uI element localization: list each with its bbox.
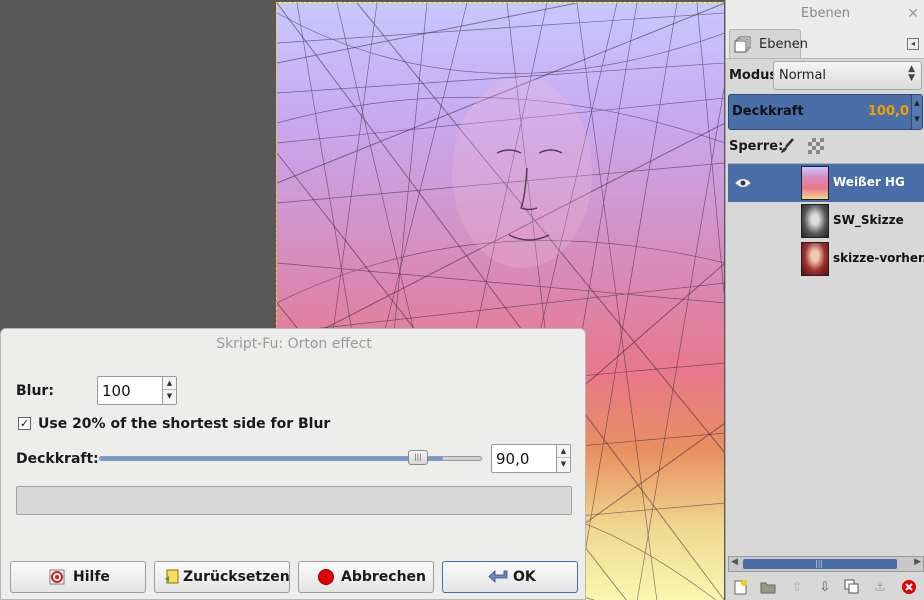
reset-icon bbox=[165, 569, 179, 584]
layer-opacity-label: Deckkraft bbox=[732, 104, 804, 119]
dock-title: Ebenen bbox=[801, 6, 850, 21]
help-button[interactable]: Hilfe bbox=[10, 561, 146, 593]
layer-row[interactable]: Weißer HG bbox=[728, 164, 924, 202]
scrollbar-thumb[interactable]: ||| bbox=[743, 559, 897, 569]
layer-opacity-spinner[interactable]: ▲ ▼ bbox=[911, 95, 922, 129]
use-20-percent-label[interactable]: Use 20% of the shortest side for Blur bbox=[38, 416, 330, 432]
cancel-button-label: Abbrechen bbox=[341, 569, 427, 585]
ok-button[interactable]: OK bbox=[442, 561, 578, 593]
layer-list-scrollbar[interactable]: ◀ ||| ▶ bbox=[728, 556, 924, 572]
layers-dock: Ebenen ✕ Ebenen ◂ Modus: Normal ▲ ▼ Deckk… bbox=[725, 0, 924, 600]
opacity-label: Deckkraft: bbox=[16, 451, 99, 467]
delete-layer-icon[interactable] bbox=[900, 579, 918, 597]
layer-thumbnail bbox=[801, 166, 829, 200]
blur-input[interactable]: 100 ▲ ▼ bbox=[97, 376, 177, 405]
script-fu-dialog: Skript-Fu: Orton effect Blur: 100 ▲ ▼ ✓ … bbox=[0, 328, 586, 600]
dialog-title: Skript-Fu: Orton effect bbox=[216, 336, 372, 352]
opacity-input[interactable]: 90,0 ▲ ▼ bbox=[491, 444, 571, 473]
lock-label: Sperre: bbox=[729, 139, 784, 154]
progress-bar bbox=[16, 486, 572, 515]
tab-layers-label: Ebenen bbox=[759, 37, 808, 52]
layer-row[interactable]: SW_Skizze bbox=[728, 202, 924, 240]
anchor-icon[interactable]: ⚓ bbox=[871, 579, 889, 597]
layer-row[interactable]: skizze-vorher.jpg bbox=[728, 240, 924, 278]
scroll-right-icon[interactable]: ▶ bbox=[914, 557, 921, 567]
scroll-left-icon[interactable]: ◀ bbox=[731, 557, 738, 567]
reset-button[interactable]: Zurücksetzen bbox=[154, 561, 290, 593]
layer-name: SW_Skizze bbox=[833, 213, 904, 227]
chevron-up-icon[interactable]: ▲ bbox=[557, 445, 570, 458]
chevron-up-icon[interactable]: ▲ bbox=[163, 377, 176, 390]
help-button-label: Hilfe bbox=[73, 569, 110, 585]
mode-value: Normal bbox=[779, 68, 827, 83]
reset-button-label: Zurücksetzen bbox=[183, 569, 290, 585]
opacity-slider-fill bbox=[100, 457, 443, 460]
blur-value: 100 bbox=[102, 382, 131, 400]
ok-button-label: OK bbox=[513, 569, 536, 585]
stop-icon bbox=[318, 569, 334, 585]
chevron-down-icon[interactable]: ▼ bbox=[163, 390, 176, 403]
eye-icon[interactable] bbox=[735, 176, 751, 190]
chevron-down-icon[interactable]: ▼ bbox=[557, 458, 570, 471]
blur-label: Blur: bbox=[16, 383, 54, 399]
layer-list: Weißer HG SW_Skizze skizze-vorher.jpg bbox=[728, 163, 924, 555]
ok-arrow-icon bbox=[488, 570, 508, 583]
chevron-updown-icon: ▲ ▼ bbox=[908, 64, 915, 83]
help-icon bbox=[49, 569, 65, 585]
blur-spinner[interactable]: ▲ ▼ bbox=[162, 377, 176, 404]
layer-opacity-field[interactable]: Deckkraft 100,0 ▲ ▼ bbox=[728, 94, 923, 130]
mode-select[interactable]: Normal ▲ ▼ bbox=[773, 61, 922, 90]
lower-layer-icon[interactable]: ⇩ bbox=[816, 579, 834, 597]
dock-close-icon[interactable]: ✕ bbox=[907, 6, 919, 22]
new-layer-icon[interactable] bbox=[732, 579, 750, 597]
open-folder-icon[interactable] bbox=[759, 579, 777, 597]
layer-thumbnail bbox=[801, 242, 829, 276]
layers-icon bbox=[734, 36, 751, 53]
use-20-percent-checkbox[interactable]: ✓ bbox=[18, 417, 31, 430]
dock-menu-icon[interactable]: ◂ bbox=[907, 38, 919, 50]
paintbrush-icon[interactable] bbox=[778, 137, 796, 155]
opacity-value: 90,0 bbox=[496, 450, 530, 468]
alpha-lock-icon[interactable] bbox=[808, 138, 824, 154]
opacity-spinner[interactable]: ▲ ▼ bbox=[556, 445, 570, 472]
layer-opacity-value: 100,0 bbox=[867, 104, 909, 119]
raise-layer-icon[interactable]: ⇧ bbox=[788, 579, 806, 597]
duplicate-layer-icon[interactable] bbox=[843, 579, 861, 597]
layer-name: skizze-vorher.jpg bbox=[833, 251, 924, 265]
cancel-button[interactable]: Abbrechen bbox=[298, 561, 434, 593]
opacity-slider-handle[interactable]: ||| bbox=[408, 450, 428, 465]
layer-toolbar: ⇧ ⇩ ⚓ bbox=[726, 576, 924, 600]
tab-layers[interactable]: Ebenen bbox=[729, 29, 808, 59]
layer-name: Weißer HG bbox=[833, 175, 905, 189]
layer-thumbnail bbox=[801, 204, 829, 238]
